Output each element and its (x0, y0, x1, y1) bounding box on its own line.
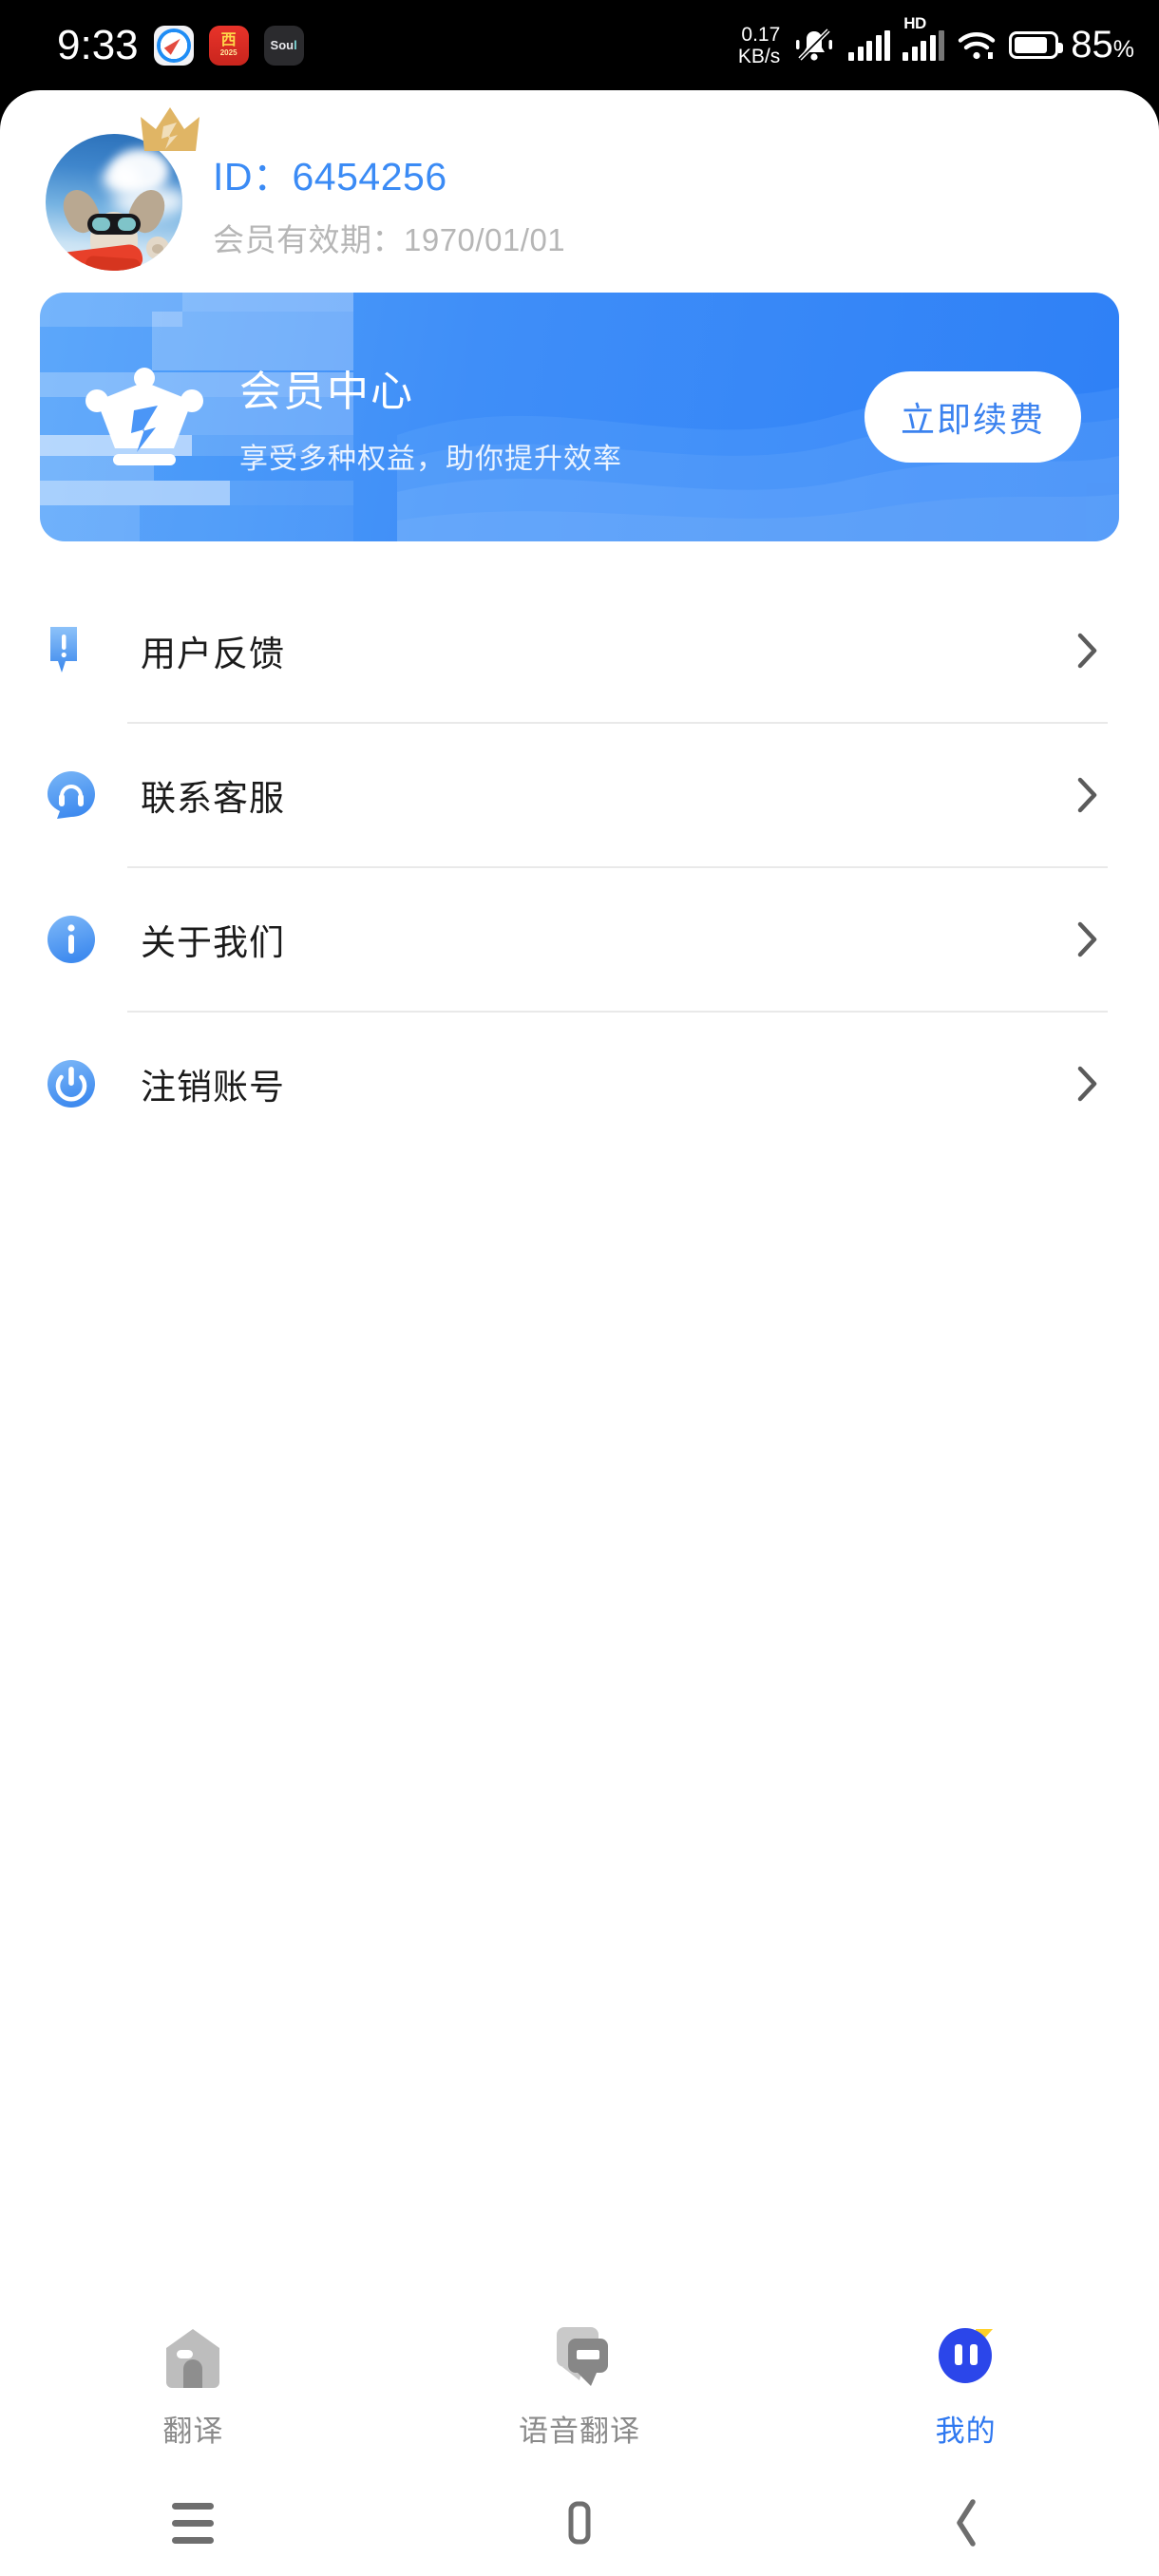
red-app-glyph: 西 (220, 32, 237, 48)
battery-icon (1009, 31, 1064, 59)
menu-item-label: 用户反馈 (141, 635, 285, 673)
signal-bars-icon-secondary (902, 29, 945, 61)
settings-menu: 用户反馈 联系客服 关于我们 注销账号 (0, 579, 1159, 1155)
crown-badge-icon (141, 106, 200, 151)
renew-now-button[interactable]: 立即续费 (864, 371, 1081, 463)
menu-item-delete-account[interactable]: 注销账号 (40, 1013, 1119, 1155)
speech-bubbles-icon (545, 2323, 614, 2392)
back-chevron-icon (956, 2499, 976, 2547)
chevron-right-icon[interactable] (1077, 921, 1098, 957)
bell-muted-icon (796, 28, 833, 61)
menu-item-label: 注销账号 (141, 1068, 285, 1107)
hd-signal-group: HD (902, 14, 945, 61)
status-bar-right: 0.17 KB/s HD 85% (738, 14, 1134, 67)
home-button[interactable] (387, 2497, 773, 2548)
recents-button[interactable] (0, 2502, 387, 2544)
wifi-icon (959, 31, 996, 59)
avatar[interactable] (46, 106, 200, 271)
home-square-icon (568, 2501, 591, 2545)
bottom-tab-bar: 翻译 语音翻译 我的 (0, 2303, 1159, 2470)
info-circle-icon (46, 914, 97, 965)
chevron-right-icon[interactable] (1077, 633, 1098, 669)
home-house-icon (159, 2323, 227, 2392)
banner-title: 会员中心 (239, 369, 414, 415)
soul-app-text: Sou (270, 38, 294, 52)
red-calendar-app-icon: 西 2025 (208, 25, 249, 66)
tab-translate[interactable]: 翻译 (0, 2323, 387, 2450)
chevron-right-icon[interactable] (1077, 777, 1098, 813)
menu-item-label: 关于我们 (141, 923, 285, 962)
app-content: ID：6454256 会员有效期：1970/01/01 会员中心 享受多种权益，… (0, 90, 1159, 2576)
battery-percent-symbol: % (1112, 36, 1134, 63)
status-bar: 9:33 西 2025 Sou l 0.17 KB/s HD 85% (0, 0, 1159, 90)
tab-label: 我的 (935, 2415, 997, 2448)
menu-item-contact-support[interactable]: 联系客服 (40, 724, 1119, 866)
back-button[interactable] (772, 2496, 1159, 2549)
status-bar-left: 9:33 西 2025 Sou l (57, 22, 304, 69)
banner-subtitle: 享受多种权益，助你提升效率 (239, 444, 622, 475)
profile-header[interactable]: ID：6454256 会员有效期：1970/01/01 (0, 90, 1159, 285)
profile-info: ID：6454256 会员有效期：1970/01/01 (213, 144, 565, 260)
crown-icon (86, 368, 203, 465)
soul-app-icon: Sou l (263, 25, 304, 66)
tab-label: 语音翻译 (519, 2415, 640, 2448)
system-navigation-bar (0, 2470, 1159, 2576)
soul-app-accent: l (294, 38, 297, 52)
menu-recents-icon (172, 2502, 215, 2544)
user-id: ID：6454256 (213, 154, 447, 199)
battery-percent: 85% (1071, 24, 1134, 66)
vip-membership-banner[interactable]: 会员中心 享受多种权益，助你提升效率 立即续费 (40, 293, 1119, 541)
network-speed-value: 0.17 (741, 23, 781, 46)
hd-label: HD (903, 13, 926, 32)
status-bar-clock: 9:33 (57, 21, 139, 68)
menu-item-about-us[interactable]: 关于我们 (40, 868, 1119, 1011)
menu-item-label: 联系客服 (141, 779, 285, 818)
tab-voice-translate[interactable]: 语音翻译 (387, 2323, 773, 2450)
chevron-right-icon[interactable] (1077, 1066, 1098, 1102)
banner-text: 会员中心 享受多种权益，助你提升效率 (239, 357, 622, 477)
network-speed: 0.17 KB/s (738, 24, 780, 67)
signal-bars-icon (848, 29, 891, 61)
menu-item-user-feedback[interactable]: 用户反馈 (40, 579, 1119, 722)
battery-percent-value: 85 (1071, 24, 1113, 66)
safari-icon (153, 25, 194, 66)
red-app-year: 2025 (219, 48, 238, 57)
feedback-speech-bubble-icon (46, 625, 97, 676)
profile-avatar-icon (932, 2323, 1000, 2392)
dog-illustration (56, 183, 172, 271)
power-off-icon (46, 1058, 97, 1109)
tab-label: 翻译 (162, 2415, 224, 2448)
network-speed-unit: KB/s (737, 45, 781, 67)
tab-mine[interactable]: 我的 (772, 2323, 1159, 2450)
membership-expiry: 会员有效期：1970/01/01 (213, 221, 566, 257)
headset-support-icon (46, 769, 97, 821)
